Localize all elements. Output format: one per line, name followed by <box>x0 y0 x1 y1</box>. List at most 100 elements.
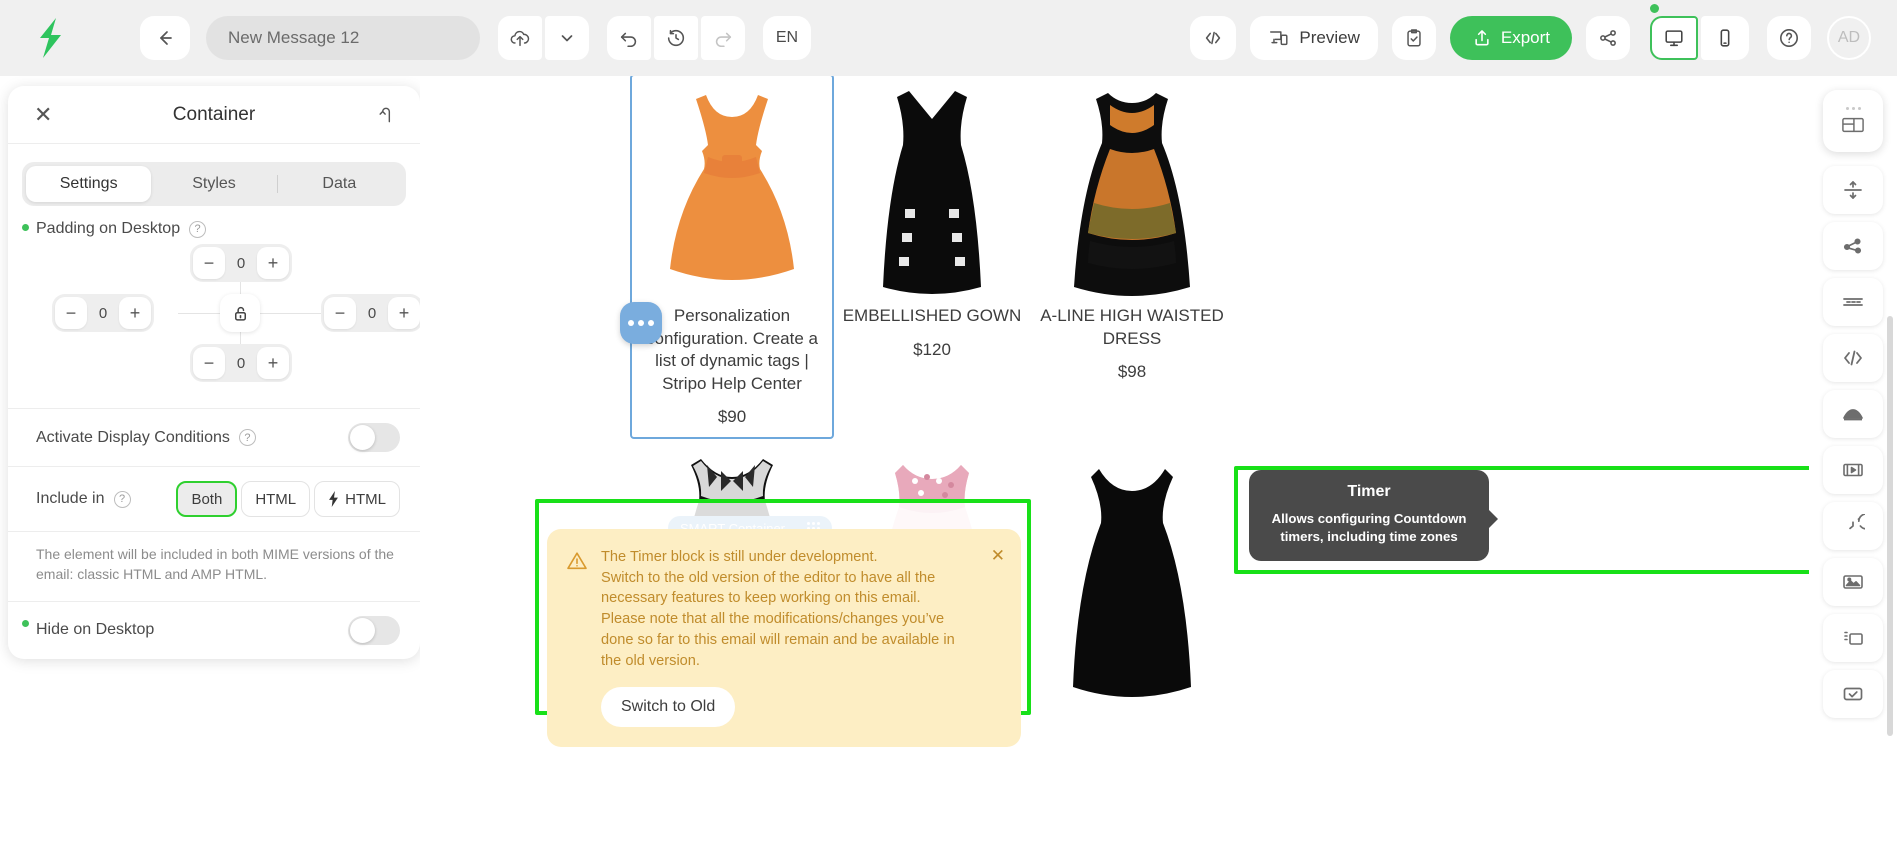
notification-line: Please note that all the modifications/c… <box>601 609 979 630</box>
timer-development-notification: The Timer block is still under developme… <box>547 529 1021 747</box>
padding-left-decrement[interactable]: − <box>55 297 87 329</box>
redo-icon[interactable] <box>701 16 745 60</box>
include-option-amp-html[interactable]: HTML <box>314 481 400 517</box>
chevron-down-icon[interactable] <box>545 16 589 60</box>
checkbox-form-icon[interactable] <box>1823 670 1883 718</box>
divider-line-icon[interactable] <box>1823 278 1883 326</box>
mobile-phone-icon[interactable] <box>1701 16 1749 60</box>
html-code-icon[interactable] <box>1823 334 1883 382</box>
padding-right-decrement[interactable]: − <box>324 297 356 329</box>
product-name: EMBELLISHED GOWN <box>832 297 1032 328</box>
product-price: $98 <box>1032 350 1232 392</box>
device-toggle-group <box>1650 16 1749 60</box>
include-option-html[interactable]: HTML <box>241 481 310 517</box>
desktop-monitor-icon[interactable] <box>1650 16 1698 60</box>
image-picture-icon[interactable] <box>1823 558 1883 606</box>
device-status-dot <box>1650 4 1659 13</box>
video-film-icon[interactable] <box>1823 446 1883 494</box>
display-conditions-toggle[interactable] <box>348 423 400 452</box>
padding-right-increment[interactable]: + <box>388 297 420 329</box>
message-title-input[interactable]: New Message 12 <box>206 16 480 60</box>
warning-triangle-icon <box>565 547 589 727</box>
avatar[interactable]: AD <box>1827 16 1871 60</box>
spacer-vertical-icon[interactable] <box>1823 166 1883 214</box>
product-name: Personalization configuration. Create a … <box>632 297 832 395</box>
more-options-dots-icon[interactable] <box>620 302 662 344</box>
help-question-icon[interactable]: ? <box>114 491 131 508</box>
close-x-icon[interactable]: ✕ <box>34 104 52 126</box>
amp-lightning-icon <box>328 491 339 507</box>
preview-button[interactable]: Preview <box>1250 16 1377 60</box>
product-card[interactable] <box>1032 449 1232 705</box>
product-card[interactable]: EMBELLISHED GOWN $120 <box>832 76 1032 437</box>
tab-settings-label: Settings <box>60 175 118 193</box>
notification-line: the old version. <box>601 651 979 672</box>
toggle-knob <box>350 425 375 450</box>
help-question-icon[interactable]: ? <box>189 221 206 238</box>
padding-top-increment[interactable]: + <box>257 247 289 279</box>
dot <box>648 320 654 326</box>
display-conditions-section: Activate Display Conditions ? <box>8 409 420 467</box>
help-question-icon[interactable]: ? <box>239 429 256 446</box>
unlock-open-icon[interactable] <box>220 294 260 332</box>
tooltip-arrow <box>1487 508 1498 530</box>
include-in-label: Include in <box>36 490 105 508</box>
block-list <box>1823 166 1883 718</box>
close-x-icon[interactable]: ✕ <box>991 547 1005 727</box>
top-toolbar: New Message 12 <box>0 0 1897 76</box>
padding-connector-left <box>178 313 220 314</box>
display-conditions-label-row: Activate Display Conditions ? <box>36 429 256 447</box>
hide-on-desktop-toggle[interactable] <box>348 616 400 645</box>
stripo-logo-icon[interactable] <box>34 18 68 58</box>
back-arrow-icon[interactable] <box>140 16 190 60</box>
avatar-initials: AD <box>1838 29 1860 47</box>
padding-bottom-stepper: − 0 + <box>190 344 292 382</box>
product-price: $90 <box>632 395 832 437</box>
orange-dress-image <box>632 82 832 297</box>
product-card-selected[interactable]: Personalization configuration. Create a … <box>632 76 832 437</box>
history-group <box>607 16 745 60</box>
timer-countdown-icon[interactable] <box>1823 502 1883 550</box>
code-brackets-icon[interactable] <box>1190 16 1236 60</box>
padding-top-stepper: − 0 + <box>190 244 292 282</box>
structures-layout-icon[interactable] <box>1823 90 1883 152</box>
include-in-options: Both HTML HTML <box>176 481 400 517</box>
menu-list-icon[interactable] <box>1823 614 1883 662</box>
save-group <box>498 16 589 60</box>
tab-data-label: Data <box>322 175 356 193</box>
tab-data[interactable]: Data <box>277 166 402 202</box>
history-clock-icon[interactable] <box>654 16 698 60</box>
notification-body: The Timer block is still under developme… <box>601 547 979 727</box>
language-button[interactable]: EN <box>763 16 811 60</box>
preview-devices-icon <box>1268 27 1290 49</box>
padding-left-value: 0 <box>87 305 119 322</box>
notification-line: Switch to the old version of the editor … <box>601 568 979 589</box>
undo-icon[interactable] <box>607 16 651 60</box>
question-circle-icon[interactable] <box>1767 16 1811 60</box>
collapse-arrow-icon[interactable] <box>376 105 396 125</box>
clipboard-check-icon[interactable] <box>1392 16 1436 60</box>
rail-scrollbar[interactable] <box>1887 316 1893 736</box>
padding-left-stepper: − 0 + <box>52 294 154 332</box>
switch-to-old-button[interactable]: Switch to Old <box>601 687 735 727</box>
banner-image-icon[interactable] <box>1823 390 1883 438</box>
padding-controls: − 0 + − 0 + − <box>36 244 400 394</box>
padding-right-value: 0 <box>356 305 388 322</box>
product-name: A-LINE HIGH WAISTED DRESS <box>1032 297 1232 350</box>
padding-section: Padding on Desktop ? − 0 + − 0 + <box>8 206 420 409</box>
padding-right-stepper: − 0 + <box>321 294 420 332</box>
tab-styles[interactable]: Styles <box>151 166 276 202</box>
panel-tabs: Settings Styles Data <box>22 162 406 206</box>
cloud-upload-icon[interactable] <box>498 16 542 60</box>
include-option-both[interactable]: Both <box>176 481 237 517</box>
padding-bottom-decrement[interactable]: − <box>193 347 225 379</box>
share-nodes-icon[interactable] <box>1586 16 1630 60</box>
padding-bottom-increment[interactable]: + <box>257 347 289 379</box>
tooltip-title: Timer <box>1265 483 1473 501</box>
export-button[interactable]: Export <box>1450 16 1572 60</box>
padding-top-decrement[interactable]: − <box>193 247 225 279</box>
tab-settings[interactable]: Settings <box>26 166 151 202</box>
product-card[interactable]: A-LINE HIGH WAISTED DRESS $98 <box>1032 76 1232 437</box>
padding-left-increment[interactable]: + <box>119 297 151 329</box>
social-share-icon[interactable] <box>1823 222 1883 270</box>
